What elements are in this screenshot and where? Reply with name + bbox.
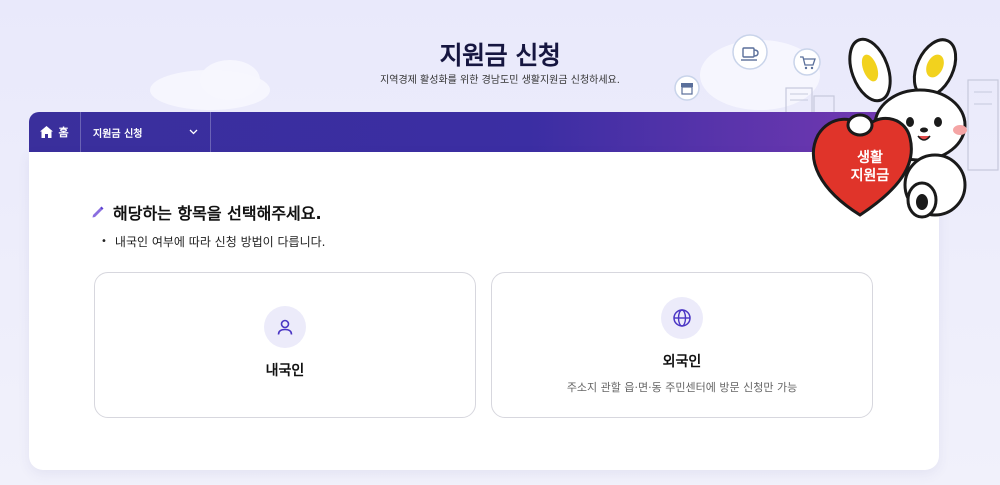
- globe-icon: [673, 309, 691, 327]
- option-description: 주소지 관할 읍·면·동 주민센터에 방문 신청만 가능: [566, 381, 798, 394]
- option-foreigner[interactable]: 외국인 주소지 관할 읍·면·동 주민센터에 방문 신청만 가능: [491, 272, 873, 418]
- option-icon: [661, 297, 703, 339]
- heart-text-line2: 지원금: [851, 168, 890, 184]
- pencil-icon: [92, 206, 104, 218]
- section-description: • 내국인 여부에 따라 신청 방법이 다릅니다.: [101, 233, 325, 250]
- rabbit-mascot-icon: 생활 지원금: [812, 37, 999, 219]
- section-title: 해당하는 항목을 선택해주세요.: [91, 200, 322, 224]
- chevron-down-icon: [189, 129, 198, 135]
- option-label: 외국인: [662, 354, 702, 370]
- bullet-icon: •: [101, 236, 107, 247]
- option-icon: [264, 306, 306, 348]
- home-link[interactable]: 홈: [29, 112, 81, 152]
- option-domestic[interactable]: 내국인: [94, 272, 476, 418]
- option-label: 내국인: [265, 363, 305, 379]
- dropdown-label: 지원금 신청: [93, 128, 143, 140]
- menu-dropdown[interactable]: 지원금 신청: [81, 112, 211, 152]
- section-description-text: 내국인 여부에 따라 신청 방법이 다릅니다.: [114, 235, 326, 249]
- home-icon: [40, 126, 54, 138]
- home-label: 홈: [58, 126, 69, 139]
- section-title-text: 해당하는 항목을 선택해주세요.: [113, 204, 322, 223]
- person-icon: [277, 319, 293, 335]
- heart-text-line1: 생활: [857, 149, 883, 166]
